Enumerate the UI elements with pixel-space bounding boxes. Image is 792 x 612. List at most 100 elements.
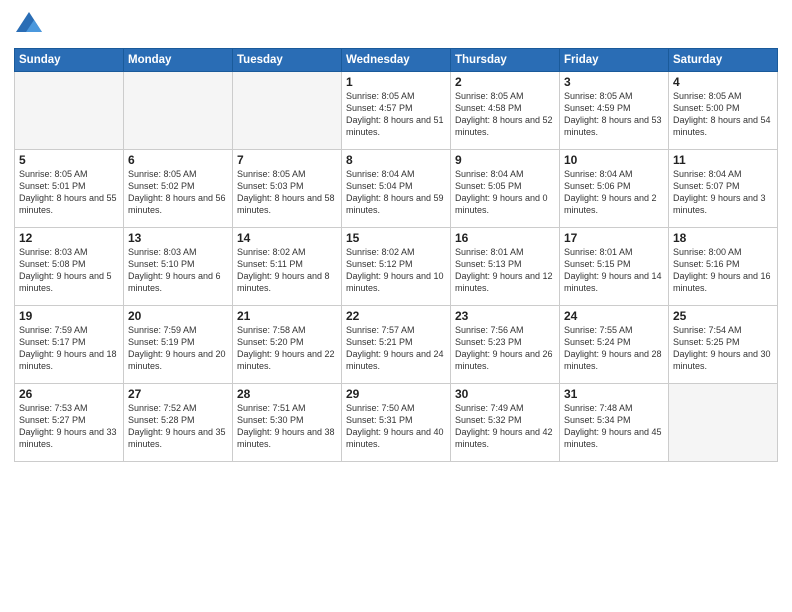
day-number: 3: [564, 75, 664, 89]
day-info: Sunrise: 7:55 AM Sunset: 5:24 PM Dayligh…: [564, 324, 664, 373]
day-number: 27: [128, 387, 228, 401]
calendar-cell: 30Sunrise: 7:49 AM Sunset: 5:32 PM Dayli…: [451, 384, 560, 462]
day-info: Sunrise: 8:05 AM Sunset: 4:59 PM Dayligh…: [564, 90, 664, 139]
day-number: 9: [455, 153, 555, 167]
calendar-cell: 29Sunrise: 7:50 AM Sunset: 5:31 PM Dayli…: [342, 384, 451, 462]
day-info: Sunrise: 8:02 AM Sunset: 5:12 PM Dayligh…: [346, 246, 446, 295]
day-info: Sunrise: 7:59 AM Sunset: 5:17 PM Dayligh…: [19, 324, 119, 373]
calendar-cell: 23Sunrise: 7:56 AM Sunset: 5:23 PM Dayli…: [451, 306, 560, 384]
day-info: Sunrise: 7:49 AM Sunset: 5:32 PM Dayligh…: [455, 402, 555, 451]
weekday-header-row: SundayMondayTuesdayWednesdayThursdayFrid…: [15, 49, 778, 72]
day-info: Sunrise: 8:04 AM Sunset: 5:07 PM Dayligh…: [673, 168, 773, 217]
day-info: Sunrise: 8:05 AM Sunset: 5:03 PM Dayligh…: [237, 168, 337, 217]
calendar-cell: 4Sunrise: 8:05 AM Sunset: 5:00 PM Daylig…: [669, 72, 778, 150]
day-info: Sunrise: 7:51 AM Sunset: 5:30 PM Dayligh…: [237, 402, 337, 451]
calendar-cell: 10Sunrise: 8:04 AM Sunset: 5:06 PM Dayli…: [560, 150, 669, 228]
day-number: 17: [564, 231, 664, 245]
day-info: Sunrise: 8:05 AM Sunset: 5:02 PM Dayligh…: [128, 168, 228, 217]
day-number: 21: [237, 309, 337, 323]
calendar-cell: [15, 72, 124, 150]
calendar-week-row: 19Sunrise: 7:59 AM Sunset: 5:17 PM Dayli…: [15, 306, 778, 384]
weekday-header: Thursday: [451, 49, 560, 72]
page-container: SundayMondayTuesdayWednesdayThursdayFrid…: [0, 0, 792, 612]
day-number: 18: [673, 231, 773, 245]
logo: [14, 10, 48, 40]
day-number: 4: [673, 75, 773, 89]
weekday-header: Tuesday: [233, 49, 342, 72]
day-info: Sunrise: 8:04 AM Sunset: 5:04 PM Dayligh…: [346, 168, 446, 217]
day-info: Sunrise: 7:50 AM Sunset: 5:31 PM Dayligh…: [346, 402, 446, 451]
day-info: Sunrise: 8:05 AM Sunset: 5:01 PM Dayligh…: [19, 168, 119, 217]
day-number: 8: [346, 153, 446, 167]
day-info: Sunrise: 7:54 AM Sunset: 5:25 PM Dayligh…: [673, 324, 773, 373]
day-number: 10: [564, 153, 664, 167]
day-number: 19: [19, 309, 119, 323]
weekday-header: Wednesday: [342, 49, 451, 72]
day-number: 23: [455, 309, 555, 323]
day-info: Sunrise: 8:02 AM Sunset: 5:11 PM Dayligh…: [237, 246, 337, 295]
calendar-cell: 22Sunrise: 7:57 AM Sunset: 5:21 PM Dayli…: [342, 306, 451, 384]
day-number: 7: [237, 153, 337, 167]
calendar-cell: 28Sunrise: 7:51 AM Sunset: 5:30 PM Dayli…: [233, 384, 342, 462]
calendar-cell: 11Sunrise: 8:04 AM Sunset: 5:07 PM Dayli…: [669, 150, 778, 228]
day-info: Sunrise: 7:57 AM Sunset: 5:21 PM Dayligh…: [346, 324, 446, 373]
day-info: Sunrise: 7:58 AM Sunset: 5:20 PM Dayligh…: [237, 324, 337, 373]
calendar-week-row: 12Sunrise: 8:03 AM Sunset: 5:08 PM Dayli…: [15, 228, 778, 306]
day-number: 1: [346, 75, 446, 89]
calendar-cell: 21Sunrise: 7:58 AM Sunset: 5:20 PM Dayli…: [233, 306, 342, 384]
day-info: Sunrise: 8:05 AM Sunset: 5:00 PM Dayligh…: [673, 90, 773, 139]
day-info: Sunrise: 7:48 AM Sunset: 5:34 PM Dayligh…: [564, 402, 664, 451]
day-info: Sunrise: 7:53 AM Sunset: 5:27 PM Dayligh…: [19, 402, 119, 451]
calendar-cell: [669, 384, 778, 462]
day-info: Sunrise: 7:56 AM Sunset: 5:23 PM Dayligh…: [455, 324, 555, 373]
header: [14, 10, 778, 40]
day-number: 11: [673, 153, 773, 167]
calendar-cell: 19Sunrise: 7:59 AM Sunset: 5:17 PM Dayli…: [15, 306, 124, 384]
calendar-cell: 26Sunrise: 7:53 AM Sunset: 5:27 PM Dayli…: [15, 384, 124, 462]
calendar-cell: 1Sunrise: 8:05 AM Sunset: 4:57 PM Daylig…: [342, 72, 451, 150]
day-info: Sunrise: 8:01 AM Sunset: 5:13 PM Dayligh…: [455, 246, 555, 295]
calendar-cell: 17Sunrise: 8:01 AM Sunset: 5:15 PM Dayli…: [560, 228, 669, 306]
weekday-header: Saturday: [669, 49, 778, 72]
day-number: 31: [564, 387, 664, 401]
calendar-cell: 24Sunrise: 7:55 AM Sunset: 5:24 PM Dayli…: [560, 306, 669, 384]
day-number: 14: [237, 231, 337, 245]
calendar-cell: 16Sunrise: 8:01 AM Sunset: 5:13 PM Dayli…: [451, 228, 560, 306]
calendar-cell: 3Sunrise: 8:05 AM Sunset: 4:59 PM Daylig…: [560, 72, 669, 150]
calendar-week-row: 5Sunrise: 8:05 AM Sunset: 5:01 PM Daylig…: [15, 150, 778, 228]
calendar-cell: [233, 72, 342, 150]
calendar-cell: 25Sunrise: 7:54 AM Sunset: 5:25 PM Dayli…: [669, 306, 778, 384]
day-number: 13: [128, 231, 228, 245]
day-info: Sunrise: 8:01 AM Sunset: 5:15 PM Dayligh…: [564, 246, 664, 295]
day-number: 12: [19, 231, 119, 245]
day-number: 26: [19, 387, 119, 401]
day-number: 22: [346, 309, 446, 323]
day-number: 6: [128, 153, 228, 167]
day-info: Sunrise: 8:03 AM Sunset: 5:10 PM Dayligh…: [128, 246, 228, 295]
calendar-cell: 2Sunrise: 8:05 AM Sunset: 4:58 PM Daylig…: [451, 72, 560, 150]
calendar-week-row: 1Sunrise: 8:05 AM Sunset: 4:57 PM Daylig…: [15, 72, 778, 150]
calendar-cell: 9Sunrise: 8:04 AM Sunset: 5:05 PM Daylig…: [451, 150, 560, 228]
day-info: Sunrise: 8:05 AM Sunset: 4:58 PM Dayligh…: [455, 90, 555, 139]
day-number: 15: [346, 231, 446, 245]
day-info: Sunrise: 8:03 AM Sunset: 5:08 PM Dayligh…: [19, 246, 119, 295]
calendar-cell: 5Sunrise: 8:05 AM Sunset: 5:01 PM Daylig…: [15, 150, 124, 228]
day-number: 29: [346, 387, 446, 401]
day-number: 25: [673, 309, 773, 323]
calendar-cell: 18Sunrise: 8:00 AM Sunset: 5:16 PM Dayli…: [669, 228, 778, 306]
calendar-cell: 12Sunrise: 8:03 AM Sunset: 5:08 PM Dayli…: [15, 228, 124, 306]
weekday-header: Monday: [124, 49, 233, 72]
calendar-cell: 7Sunrise: 8:05 AM Sunset: 5:03 PM Daylig…: [233, 150, 342, 228]
day-number: 28: [237, 387, 337, 401]
day-info: Sunrise: 8:05 AM Sunset: 4:57 PM Dayligh…: [346, 90, 446, 139]
day-number: 2: [455, 75, 555, 89]
weekday-header: Sunday: [15, 49, 124, 72]
day-info: Sunrise: 8:00 AM Sunset: 5:16 PM Dayligh…: [673, 246, 773, 295]
calendar-cell: 15Sunrise: 8:02 AM Sunset: 5:12 PM Dayli…: [342, 228, 451, 306]
calendar-cell: 27Sunrise: 7:52 AM Sunset: 5:28 PM Dayli…: [124, 384, 233, 462]
day-info: Sunrise: 8:04 AM Sunset: 5:05 PM Dayligh…: [455, 168, 555, 217]
day-number: 30: [455, 387, 555, 401]
day-number: 16: [455, 231, 555, 245]
day-number: 5: [19, 153, 119, 167]
calendar-cell: 20Sunrise: 7:59 AM Sunset: 5:19 PM Dayli…: [124, 306, 233, 384]
